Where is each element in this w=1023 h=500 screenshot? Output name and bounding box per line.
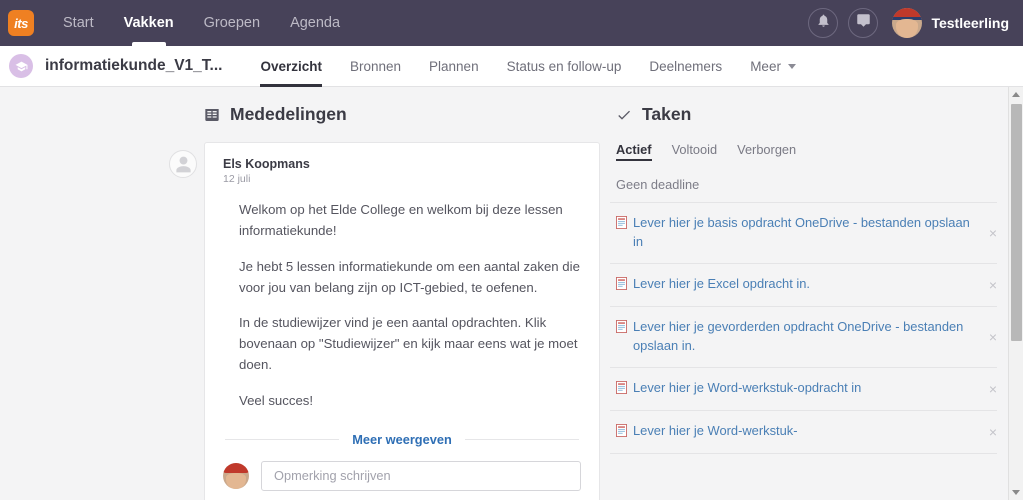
tab-meer[interactable]: Meer (736, 46, 810, 87)
list-item[interactable]: Lever hier je Word-werkstuk-opdracht in … (610, 368, 997, 411)
task-group-label: Geen deadline (610, 177, 997, 203)
document-icon (616, 216, 627, 234)
scroll-up-button[interactable] (1009, 87, 1023, 102)
avatar (169, 150, 197, 178)
scrollbar-track[interactable] (1009, 102, 1023, 485)
course-subheader: informatiekunde_V1_T... Overzicht Bronne… (0, 46, 1023, 87)
messages-button[interactable] (848, 8, 879, 38)
tab-status-en-follow-up[interactable]: Status en follow-up (493, 46, 636, 87)
task-link[interactable]: Lever hier je Word-werkstuk- (633, 422, 979, 441)
announcement-post-card: Els Koopmans 12 juli Welkom op het Elde … (169, 142, 600, 500)
document-icon (616, 276, 627, 295)
dismiss-task-button[interactable]: × (985, 425, 997, 439)
announcements-column: Mededelingen Els Koopmans 12 juli Welkom… (0, 104, 600, 500)
tasks-tabs: Actief Voltooid Verborgen (610, 142, 997, 161)
list-item[interactable]: Lever hier je Word-werkstuk- × (610, 411, 997, 454)
chevron-down-icon (1012, 490, 1020, 495)
page-title: informatiekunde_V1_T... (45, 57, 223, 74)
post-date: 12 juli (223, 173, 251, 185)
tab-deelnemers[interactable]: Deelnemers (635, 46, 736, 87)
task-link[interactable]: Lever hier je Word-werkstuk-opdracht in (633, 379, 979, 398)
tab-overzicht[interactable]: Overzicht (246, 46, 336, 87)
notifications-button[interactable] (808, 8, 839, 38)
content-area: Mededelingen Els Koopmans 12 juli Welkom… (0, 87, 1023, 500)
list-item[interactable]: Lever hier je Excel opdracht in. × (610, 264, 997, 307)
tab-meer-label: Meer (750, 58, 781, 74)
page-body: Mededelingen Els Koopmans 12 juli Welkom… (0, 87, 1023, 500)
itslearning-logo[interactable]: its (8, 10, 34, 36)
tab-plannen[interactable]: Plannen (415, 46, 493, 87)
post-paragraph: In de studiewijzer vind je een aantal op… (239, 315, 578, 373)
post-paragraph: Welkom op het Elde College en welkom bij… (239, 202, 563, 238)
chevron-down-icon (787, 64, 796, 70)
tab-verborgen[interactable]: Verborgen (737, 142, 796, 161)
course-tabs: Overzicht Bronnen Plannen Status en foll… (246, 46, 810, 87)
nav-item-start[interactable]: Start (48, 0, 109, 46)
avatar (223, 462, 249, 489)
divider-left (225, 438, 340, 440)
top-nav-items: Start Vakken Groepen Agenda (48, 0, 355, 46)
list-item[interactable]: Lever hier je gevorderden opdracht OneDr… (610, 307, 997, 368)
tab-bronnen[interactable]: Bronnen (336, 46, 415, 87)
tasks-title: Taken (642, 104, 692, 124)
document-icon (616, 423, 627, 442)
top-navigation-bar: its Start Vakken Groepen Agenda Testleer… (0, 0, 1023, 46)
show-more-row: Meer weergeven (223, 432, 581, 447)
list-item[interactable]: Lever hier je basis opdracht OneDrive - … (610, 203, 997, 264)
announcements-title: Mededelingen (230, 104, 347, 124)
task-link[interactable]: Lever hier je Excel opdracht in. (633, 275, 979, 294)
document-icon (616, 319, 627, 338)
graduation-cap-icon (9, 54, 33, 78)
comment-row (223, 460, 581, 491)
post-paragraph: Je hebt 5 lessen informatiekunde om een … (239, 258, 580, 295)
tab-actief[interactable]: Actief (616, 142, 652, 161)
comment-input[interactable] (261, 460, 581, 491)
bell-icon (816, 13, 831, 33)
task-link[interactable]: Lever hier je basis opdracht OneDrive - … (633, 214, 979, 252)
dismiss-task-button[interactable]: × (985, 278, 997, 292)
avatar (892, 8, 923, 38)
top-nav-right-cluster: Testleerling (808, 8, 1023, 38)
tab-voltooid[interactable]: Voltooid (672, 142, 718, 161)
scroll-down-button[interactable] (1009, 485, 1023, 500)
divider-right (464, 438, 579, 440)
post-author: Els Koopmans (223, 157, 310, 171)
nav-item-vakken[interactable]: Vakken (109, 0, 189, 46)
check-icon (616, 107, 632, 123)
dismiss-task-button[interactable]: × (985, 382, 997, 396)
chevron-up-icon (1012, 92, 1020, 97)
tasks-column: Taken Actief Voltooid Verborgen Geen dea… (600, 104, 1023, 500)
task-link[interactable]: Lever hier je gevorderden opdracht OneDr… (633, 318, 979, 356)
nav-item-groepen[interactable]: Groepen (189, 0, 275, 46)
dismiss-task-button[interactable]: × (985, 226, 997, 240)
user-menu[interactable]: Testleerling (892, 8, 1009, 38)
post-paragraph: Veel succes! (239, 393, 314, 409)
vertical-scrollbar[interactable] (1008, 87, 1023, 500)
chat-bubble-icon (856, 13, 871, 33)
user-name-label: Testleerling (931, 15, 1009, 31)
document-icon (616, 380, 627, 399)
announcements-header: Mededelingen (198, 104, 600, 125)
dismiss-task-button[interactable]: × (985, 330, 997, 344)
tasks-header: Taken (610, 104, 997, 125)
nav-item-agenda[interactable]: Agenda (275, 0, 355, 46)
show-more-link[interactable]: Meer weergeven (352, 432, 452, 447)
newspaper-icon (204, 107, 220, 123)
post-body: Welkom op het Elde College en welkom bij… (223, 200, 581, 412)
scrollbar-thumb[interactable] (1010, 104, 1022, 342)
